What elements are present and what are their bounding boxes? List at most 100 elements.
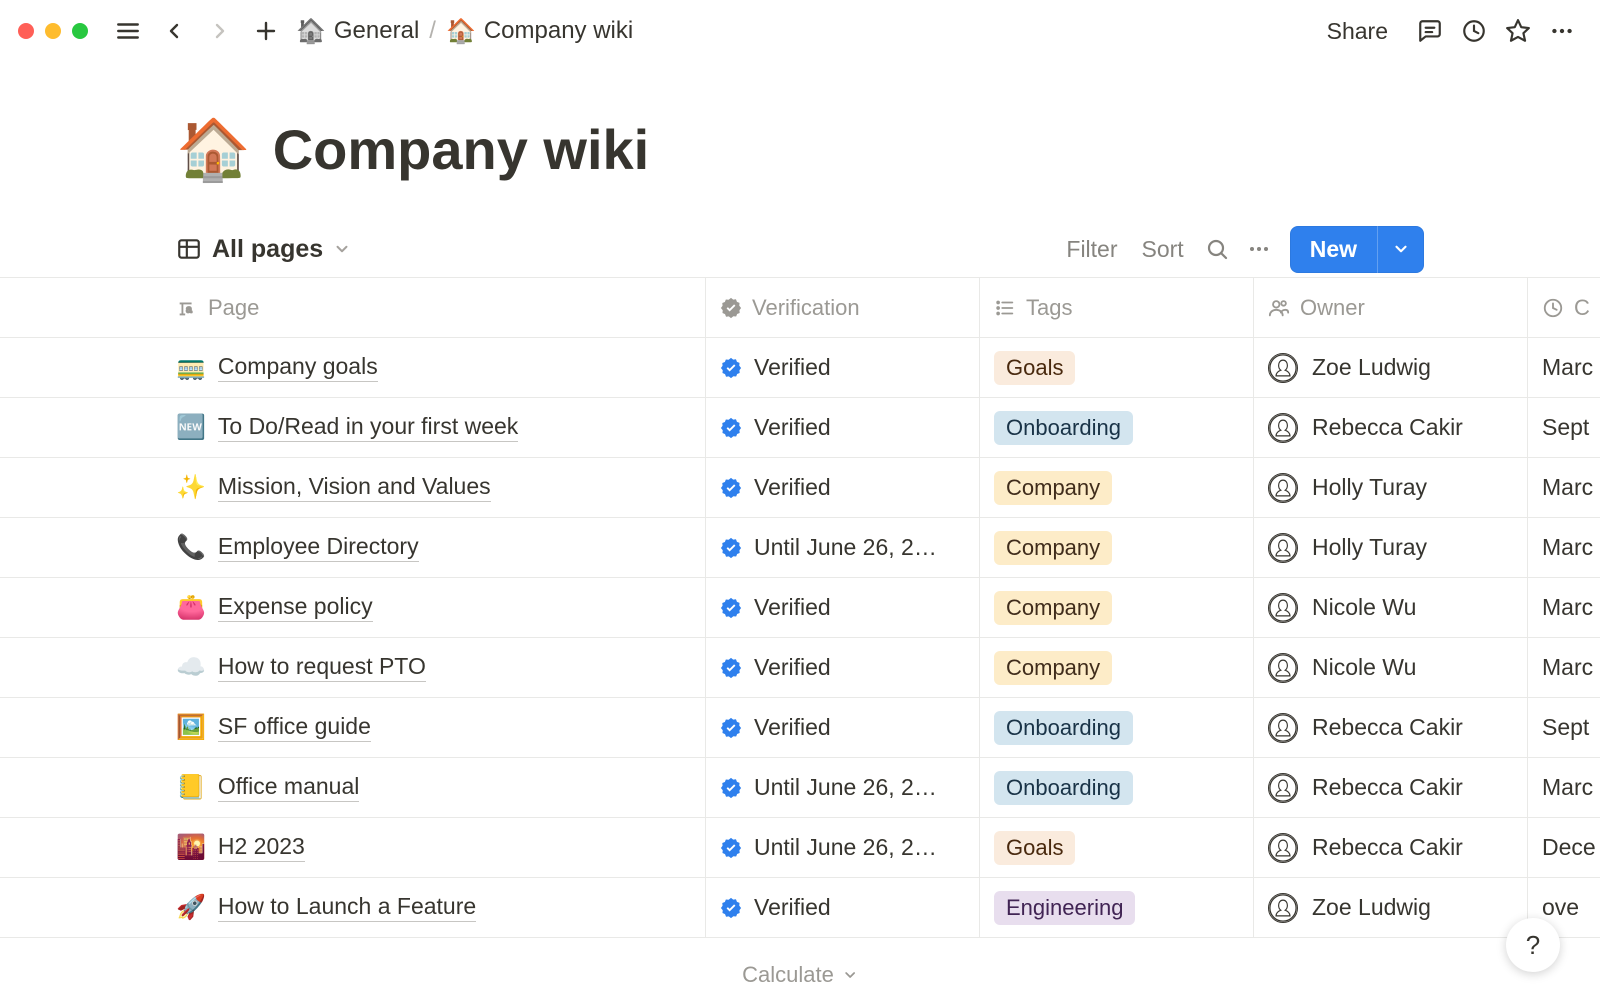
breadcrumb-root[interactable]: 🏠 General — [296, 17, 419, 46]
tags-cell[interactable]: Company — [980, 458, 1254, 518]
share-button[interactable]: Share — [1317, 18, 1398, 45]
page-cell[interactable]: ☁️ How to request PTO — [0, 638, 706, 698]
owner-cell[interactable]: Nicole Wu — [1254, 638, 1528, 698]
page-name-link[interactable]: How to Launch a Feature — [218, 893, 476, 922]
nav-back-button[interactable] — [154, 11, 194, 51]
page-name-link[interactable]: H2 2023 — [218, 833, 305, 862]
breadcrumb-current[interactable]: 🏠 Company wiki — [446, 17, 633, 46]
owner-cell[interactable]: Rebecca Cakir — [1254, 698, 1528, 758]
verification-cell[interactable]: Until June 26, 2… — [706, 518, 980, 578]
new-button-main[interactable]: New — [1290, 226, 1377, 273]
page-name-link[interactable]: Company goals — [218, 353, 378, 382]
verification-cell[interactable]: Verified — [706, 338, 980, 398]
tags-cell[interactable]: Company — [980, 518, 1254, 578]
page-name-link[interactable]: How to request PTO — [218, 653, 426, 682]
page-cell[interactable]: 🚃 Company goals — [0, 338, 706, 398]
comments-button[interactable] — [1410, 11, 1450, 51]
date-cell[interactable]: Marc — [1528, 638, 1600, 698]
verification-cell[interactable]: Verified — [706, 578, 980, 638]
column-header-created[interactable]: C — [1528, 278, 1600, 338]
tags-cell[interactable]: Engineering — [980, 878, 1254, 938]
column-header-owner[interactable]: Owner — [1254, 278, 1528, 338]
date-property-icon — [1542, 297, 1564, 319]
owner-cell[interactable]: Rebecca Cakir — [1254, 758, 1528, 818]
view-options-button[interactable] — [1238, 228, 1280, 270]
page-cell[interactable]: ✨ Mission, Vision and Values — [0, 458, 706, 518]
page-name-link[interactable]: Mission, Vision and Values — [218, 473, 491, 502]
page-cell[interactable]: 👛 Expense policy — [0, 578, 706, 638]
verification-cell[interactable]: Until June 26, 2… — [706, 818, 980, 878]
multiselect-property-icon — [994, 297, 1016, 319]
page-cell[interactable]: 📒 Office manual — [0, 758, 706, 818]
owner-cell[interactable]: Holly Turay — [1254, 518, 1528, 578]
minimize-window-button[interactable] — [45, 23, 61, 39]
date-cell[interactable]: Sept — [1528, 698, 1600, 758]
help-button[interactable]: ? — [1506, 918, 1560, 972]
verification-cell[interactable]: Verified — [706, 638, 980, 698]
page-name-link[interactable]: Employee Directory — [218, 533, 419, 562]
owner-cell[interactable]: Rebecca Cakir — [1254, 818, 1528, 878]
updates-button[interactable] — [1454, 11, 1494, 51]
tag-chip: Onboarding — [994, 711, 1133, 745]
date-cell[interactable]: Marc — [1528, 458, 1600, 518]
tags-cell[interactable]: Onboarding — [980, 758, 1254, 818]
date-cell[interactable]: Marc — [1528, 338, 1600, 398]
column-header-verification[interactable]: Verification — [706, 278, 980, 338]
page-icon[interactable]: 🏠 — [176, 114, 251, 185]
sort-button[interactable]: Sort — [1130, 236, 1196, 263]
filter-button[interactable]: Filter — [1054, 236, 1129, 263]
owner-cell[interactable]: Rebecca Cakir — [1254, 398, 1528, 458]
date-cell[interactable]: Sept — [1528, 398, 1600, 458]
verification-cell[interactable]: Until June 26, 2… — [706, 758, 980, 818]
tags-cell[interactable]: Onboarding — [980, 698, 1254, 758]
page-cell[interactable]: 🚀 How to Launch a Feature — [0, 878, 706, 938]
verification-cell[interactable]: Verified — [706, 698, 980, 758]
verification-text: Until June 26, 2… — [754, 774, 937, 801]
favorite-button[interactable] — [1498, 11, 1538, 51]
page-cell[interactable]: 📞 Employee Directory — [0, 518, 706, 578]
verification-cell[interactable]: Verified — [706, 398, 980, 458]
owner-cell[interactable]: Zoe Ludwig — [1254, 338, 1528, 398]
page-name-link[interactable]: Office manual — [218, 773, 359, 802]
page-name-link[interactable]: SF office guide — [218, 713, 371, 742]
page-cell[interactable]: 🖼️ SF office guide — [0, 698, 706, 758]
more-menu-button[interactable] — [1542, 11, 1582, 51]
date-cell[interactable]: Marc — [1528, 578, 1600, 638]
calculate-menu[interactable]: Calculate — [742, 962, 858, 988]
owner-cell[interactable]: Zoe Ludwig — [1254, 878, 1528, 938]
column-header-page[interactable]: a Page — [0, 278, 706, 338]
breadcrumb-separator: / — [429, 17, 436, 45]
nav-forward-button[interactable] — [200, 11, 240, 51]
date-cell[interactable]: Marc — [1528, 518, 1600, 578]
tag-chip: Company — [994, 471, 1112, 505]
verification-text: Until June 26, 2… — [754, 834, 937, 861]
new-tab-button[interactable] — [246, 11, 286, 51]
date-cell[interactable]: Dece — [1528, 818, 1600, 878]
verification-cell[interactable]: Verified — [706, 878, 980, 938]
owner-cell[interactable]: Nicole Wu — [1254, 578, 1528, 638]
column-header-tags[interactable]: Tags — [980, 278, 1254, 338]
tags-cell[interactable]: Company — [980, 638, 1254, 698]
date-cell[interactable]: Marc — [1528, 758, 1600, 818]
tag-chip: Goals — [994, 351, 1075, 385]
tag-chip: Onboarding — [994, 771, 1133, 805]
tags-cell[interactable]: Goals — [980, 338, 1254, 398]
page-name-link[interactable]: Expense policy — [218, 593, 373, 622]
table-icon — [176, 236, 202, 262]
tags-cell[interactable]: Company — [980, 578, 1254, 638]
hamburger-menu-button[interactable] — [108, 11, 148, 51]
close-window-button[interactable] — [18, 23, 34, 39]
page-cell[interactable]: 🆕 To Do/Read in your first week — [0, 398, 706, 458]
tag-chip: Company — [994, 591, 1112, 625]
search-button[interactable] — [1196, 228, 1238, 270]
verification-cell[interactable]: Verified — [706, 458, 980, 518]
tags-cell[interactable]: Onboarding — [980, 398, 1254, 458]
view-tab[interactable]: All pages — [176, 235, 351, 264]
owner-cell[interactable]: Holly Turay — [1254, 458, 1528, 518]
page-name-link[interactable]: To Do/Read in your first week — [218, 413, 518, 442]
fullscreen-window-button[interactable] — [72, 23, 88, 39]
new-button-dropdown[interactable] — [1377, 226, 1424, 273]
tags-cell[interactable]: Goals — [980, 818, 1254, 878]
page-title-text[interactable]: Company wiki — [273, 117, 650, 182]
page-cell[interactable]: 🌇 H2 2023 — [0, 818, 706, 878]
